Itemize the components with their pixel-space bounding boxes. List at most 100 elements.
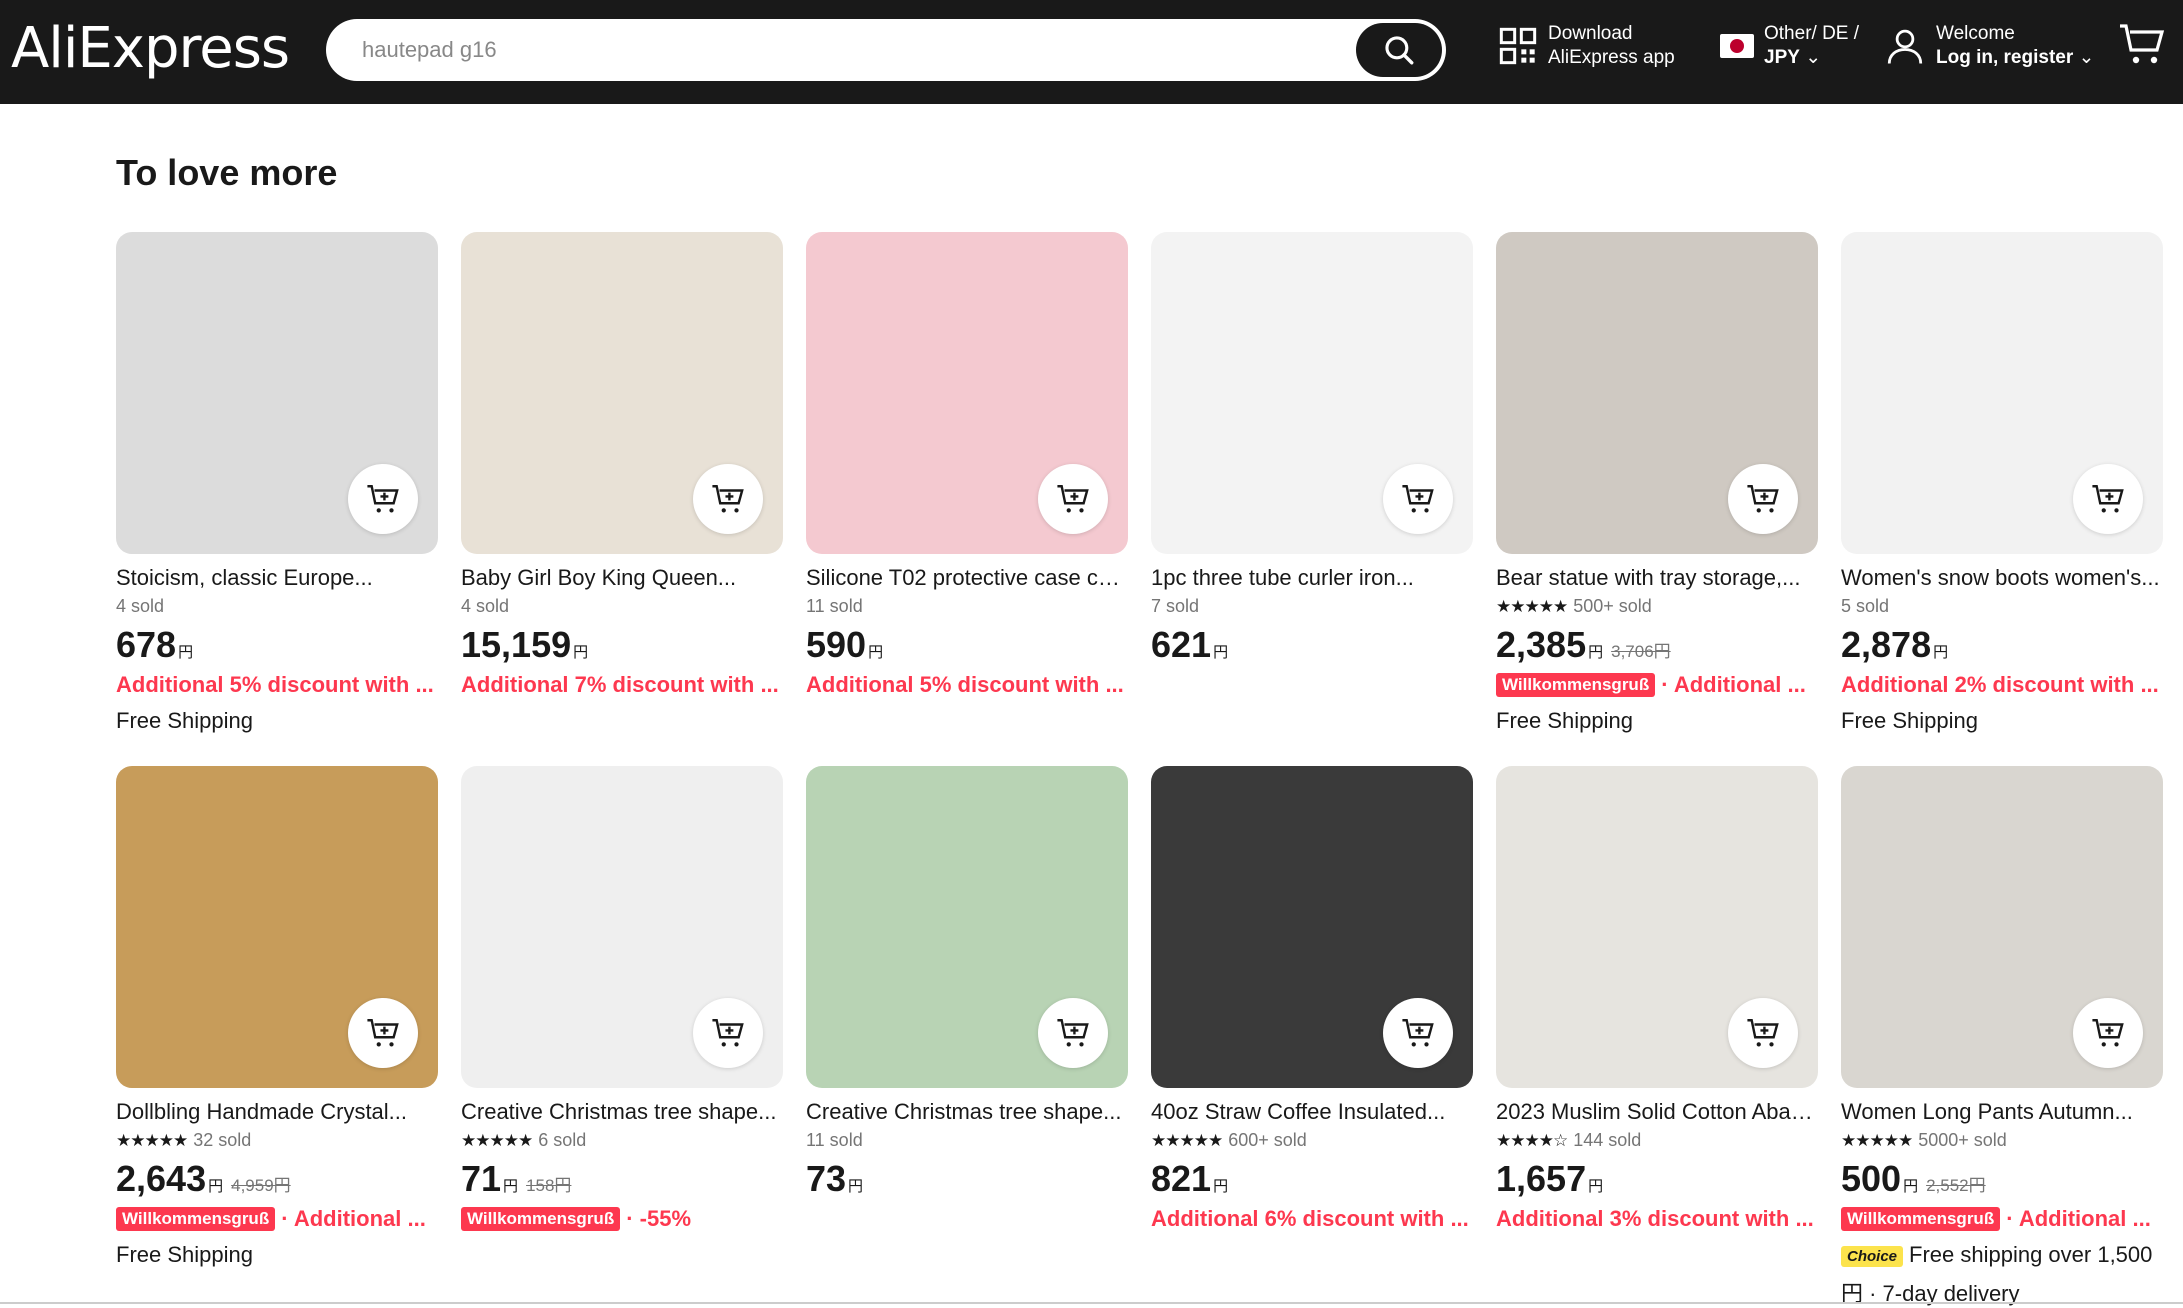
add-to-cart-button[interactable] (1728, 998, 1798, 1068)
price-amount: 2,385 (1496, 624, 1587, 665)
discount-text: Additional 3% discount with ... (1496, 1206, 1814, 1231)
product-image[interactable] (806, 766, 1128, 1088)
product-meta: ★★★★★ 5000+ sold (1841, 1130, 2007, 1151)
add-to-cart-button[interactable] (1038, 998, 1108, 1068)
original-price: 4,959円 (231, 1176, 291, 1195)
price-amount: 678 (116, 624, 177, 665)
price-currency: 円 (1588, 1178, 1604, 1195)
product-meta: 4 sold (461, 596, 509, 617)
add-to-cart-button[interactable] (348, 464, 418, 534)
product-meta: 4 sold (116, 596, 164, 617)
add-to-cart-button[interactable] (348, 998, 418, 1068)
shipping-info: Free Shipping (116, 708, 253, 734)
discount-text: Additional 5% discount with ... (806, 672, 1124, 697)
product-price: 73 円 (806, 1158, 863, 1200)
shipping-text: Free Shipping (1841, 708, 1978, 733)
product-title[interactable]: Creative Christmas tree shape... (806, 1099, 1128, 1125)
product-title[interactable]: Women Long Pants Autumn... (1841, 1099, 2163, 1125)
sold-count: 11 sold (806, 596, 863, 616)
cart-plus-icon (712, 1019, 744, 1047)
product-image[interactable] (461, 232, 783, 554)
price-currency: 円 (1903, 1178, 1919, 1195)
product-image[interactable] (461, 766, 783, 1088)
price-amount: 2,643 (116, 1158, 207, 1199)
price-amount: 500 (1841, 1158, 1902, 1199)
discount-text: · Additional ... (1661, 672, 1806, 697)
search-input[interactable] (362, 19, 1302, 81)
region-line1: Other/ DE / (1764, 23, 1860, 44)
promo-line: Additional 2% discount with ... (1841, 672, 2163, 698)
cart-plus-icon (2092, 485, 2124, 513)
price-amount: 1,657 (1496, 1158, 1587, 1199)
add-to-cart-button[interactable] (693, 998, 763, 1068)
account-menu[interactable]: Welcome Log in, register ⌄ (1884, 22, 2094, 70)
shipping-info: Free Shipping (1496, 708, 1633, 734)
discount-text: Additional 6% discount with ... (1151, 1206, 1469, 1231)
price-currency: 円 (208, 1178, 224, 1195)
add-to-cart-button[interactable] (2073, 464, 2143, 534)
discount-text: · Additional ... (281, 1206, 426, 1231)
product-title[interactable]: 1pc three tube curler iron... (1151, 565, 1473, 591)
cart-button[interactable] (2118, 20, 2166, 68)
download-app-link[interactable]: Download AliExpress app (1498, 22, 1675, 70)
product-title[interactable]: Dollbling Handmade Crystal... (116, 1099, 438, 1125)
price-currency: 円 (848, 1178, 864, 1195)
product-image[interactable] (1496, 232, 1818, 554)
product-title[interactable]: Stoicism, classic Europe... (116, 565, 438, 591)
product-meta: ★★★★★ 6 sold (461, 1130, 586, 1151)
search-icon (1385, 36, 1414, 65)
aliexpress-logo[interactable]: AliExpress (11, 14, 290, 84)
price-amount: 821 (1151, 1158, 1212, 1199)
sold-count: 32 sold (193, 1130, 252, 1150)
promo-line: Additional 6% discount with ... (1151, 1206, 1473, 1232)
product-image[interactable] (1151, 232, 1473, 554)
add-to-cart-button[interactable] (1038, 464, 1108, 534)
price-currency: 円 (868, 644, 884, 661)
product-price: 15,159 円 (461, 624, 588, 666)
add-to-cart-button[interactable] (2073, 998, 2143, 1068)
price-amount: 590 (806, 624, 867, 665)
product-meta: 11 sold (806, 596, 863, 617)
price-currency: 円 (573, 644, 589, 661)
cart-plus-icon (1747, 1019, 1779, 1047)
qr-code-icon (1499, 27, 1537, 65)
add-to-cart-button[interactable] (1383, 464, 1453, 534)
search-button[interactable] (1356, 23, 1442, 77)
sold-count: 144 sold (1573, 1130, 1642, 1150)
add-to-cart-button[interactable] (693, 464, 763, 534)
product-image[interactable] (116, 766, 438, 1088)
product-price: 621 円 (1151, 624, 1228, 666)
promo-line: Willkommensgruß · Additional ... (1841, 1206, 2163, 1232)
add-to-cart-button[interactable] (1728, 464, 1798, 534)
section-title: To love more (116, 152, 338, 193)
product-image[interactable] (1151, 766, 1473, 1088)
product-title[interactable]: Baby Girl Boy King Queen... (461, 565, 783, 591)
product-title[interactable]: Silicone T02 protective case cut... (806, 565, 1128, 591)
product-image[interactable] (1841, 766, 2163, 1088)
promo-line: Additional 7% discount with ... (461, 672, 783, 698)
download-line2: AliExpress app (1548, 47, 1675, 68)
product-meta: ★★★★★ 500+ sold (1496, 596, 1652, 617)
shipping-text: Free Shipping (116, 708, 253, 733)
product-price: 678 円 (116, 624, 193, 666)
product-image[interactable] (1841, 232, 2163, 554)
add-to-cart-button[interactable] (1383, 998, 1453, 1068)
product-title[interactable]: Women's snow boots women's... (1841, 565, 2163, 591)
product-meta: ★★★★★ 32 sold (116, 1130, 251, 1151)
product-title[interactable]: 2023 Muslim Solid Cotton Abay... (1496, 1099, 1818, 1125)
price-currency: 円 (503, 1178, 519, 1195)
product-title[interactable]: 40oz Straw Coffee Insulated... (1151, 1099, 1473, 1125)
price-amount: 73 (806, 1158, 847, 1199)
product-meta: 11 sold (806, 1130, 863, 1151)
sold-count: 4 sold (461, 596, 510, 616)
product-image[interactable] (806, 232, 1128, 554)
region-currency-selector[interactable]: Other/ DE / JPY ⌄ (1720, 22, 1859, 70)
product-image[interactable] (1496, 766, 1818, 1088)
rating-stars: ★★★★★ (1151, 1130, 1223, 1150)
sold-count: 7 sold (1151, 596, 1200, 616)
product-title[interactable]: Creative Christmas tree shape... (461, 1099, 783, 1125)
original-price: 3,706円 (1611, 642, 1671, 661)
product-title[interactable]: Bear statue with tray storage,... (1496, 565, 1818, 591)
price-amount: 621 (1151, 624, 1212, 665)
product-image[interactable] (116, 232, 438, 554)
